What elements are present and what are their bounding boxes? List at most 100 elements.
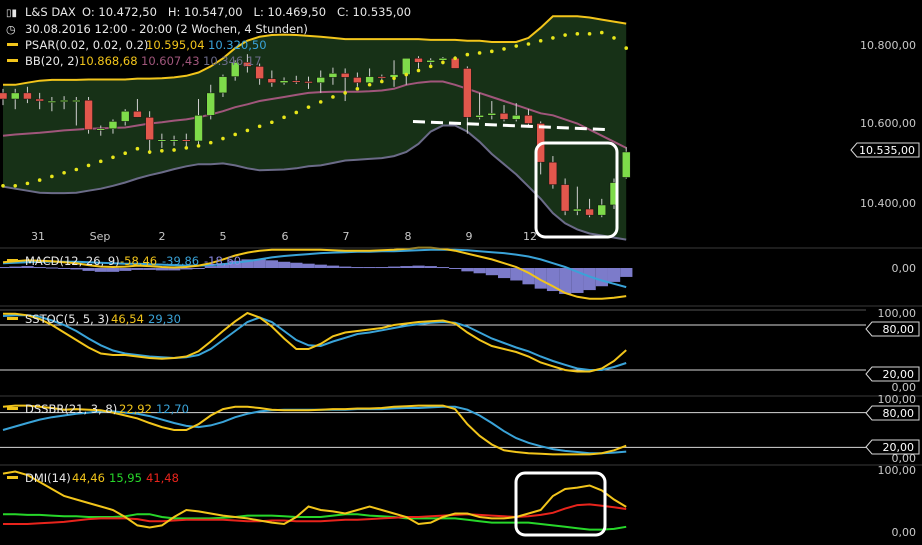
bb-swatch <box>7 59 18 62</box>
psar-dot <box>416 68 421 73</box>
macd-histogram-bar <box>608 268 621 282</box>
dssbr-value-2: 12,70 <box>156 402 189 416</box>
sstoc-level-tags: 80,00 20,00 <box>865 321 920 382</box>
psar-dot <box>538 38 543 43</box>
psar-dot <box>208 140 213 145</box>
time-tick: 8 <box>405 230 412 243</box>
clock-icon: ◷ <box>6 23 16 36</box>
macd-histogram-bar <box>180 268 193 270</box>
macd-histogram-bar <box>278 261 291 268</box>
candle-down <box>585 208 594 216</box>
candle-up <box>157 139 167 142</box>
bb-label: BB(20, 2) <box>25 54 79 68</box>
psar-dot <box>624 46 629 50</box>
period-label: 30.08.2016 12:00 - 20:00 (2 Wochen, 4 St… <box>25 22 308 36</box>
psar-dot <box>514 44 519 48</box>
candle-up <box>426 60 435 63</box>
candle-down <box>304 81 313 84</box>
psar-dot <box>160 148 164 153</box>
psar-dot <box>135 146 140 151</box>
time-tick: 9 <box>466 230 473 243</box>
macd-value-1: -58,46 <box>120 254 157 268</box>
psar-dot <box>392 76 396 81</box>
psar-dot <box>184 146 189 150</box>
dmi-axis-bottom: 0,00 <box>892 526 917 539</box>
macd-histogram-bar <box>400 266 413 268</box>
candle-up <box>475 115 484 118</box>
candle-up <box>169 139 179 142</box>
candle-up <box>96 128 106 131</box>
candle-down <box>353 77 362 83</box>
candle-up <box>316 77 325 83</box>
candle-up <box>573 208 582 212</box>
candle-up <box>511 115 521 120</box>
candle-down <box>377 76 387 79</box>
candle-up <box>47 100 57 103</box>
psar-dot <box>318 100 323 104</box>
sstoc-swatch <box>7 317 18 320</box>
psar-dot <box>355 87 360 91</box>
macd-value-3: -18,60 <box>204 254 241 268</box>
candle-up <box>218 76 228 94</box>
time-tick: 6 <box>282 230 289 243</box>
candle-down <box>84 99 93 130</box>
time-tick: 12 <box>523 230 537 243</box>
candle-down <box>292 80 301 83</box>
candle-up <box>487 113 497 116</box>
time-tick: Sep <box>90 230 111 243</box>
psar-dot <box>380 79 384 84</box>
sstoc-level-80: 80,00 <box>883 323 915 336</box>
psar-dot <box>282 115 286 120</box>
dssbr-level-20: 20,00 <box>883 441 915 454</box>
candle-down <box>35 98 44 102</box>
psar-dot <box>587 32 592 36</box>
psar-dot <box>1 184 5 188</box>
macd-axis-zero: 0,00 <box>892 262 917 275</box>
psar-dot <box>50 174 54 179</box>
macd-histogram-bar <box>388 266 401 268</box>
psar-dot <box>221 136 225 141</box>
macd-label: MACD(12, 26, 9) <box>25 254 120 268</box>
psar-dot <box>196 144 201 148</box>
candle-up <box>621 151 631 178</box>
sstoc-legend: SSTOC(5, 5, 3) 46,54 29,30 100,00 0,00 <box>7 307 916 394</box>
candle-down <box>414 58 423 63</box>
macd-value-2: -39,86 <box>162 254 199 268</box>
psar-dot <box>37 178 42 182</box>
symbol-label: L&S DAX <box>25 5 76 19</box>
psar-dot <box>233 132 237 137</box>
candle-up <box>438 58 448 61</box>
macd-histogram-bar <box>94 268 107 272</box>
dssbr-legend: DSSBR(21, 3, 8) 22,92 12,70 100,00 0,00 <box>7 393 916 465</box>
psar-dot <box>98 159 103 164</box>
psar-dot <box>74 167 79 172</box>
dssbr-axis-top: 100,00 <box>878 393 917 406</box>
macd-histogram-bar <box>119 268 132 271</box>
macd-histogram-bar <box>583 268 596 291</box>
macd-histogram-bar <box>9 266 22 268</box>
candle-up <box>194 115 203 142</box>
candle-up <box>365 76 374 83</box>
macd-histogram-bar <box>620 268 633 277</box>
macd-histogram-bar <box>143 268 156 270</box>
candle-down <box>23 92 32 100</box>
candle-down <box>182 139 191 142</box>
macd-histogram-bar <box>82 268 95 271</box>
macd-histogram-bar <box>424 266 437 268</box>
macd-histogram-bar <box>131 268 144 270</box>
candle-up <box>10 92 20 100</box>
macd-histogram-bar <box>302 263 315 268</box>
psar-dot <box>62 170 66 175</box>
bb-value-1: 10.868,68 <box>79 54 138 68</box>
candle-down <box>145 117 154 141</box>
psar-dot <box>25 181 30 186</box>
candle-up <box>279 80 289 83</box>
psar-dot <box>86 163 91 168</box>
candle-up <box>120 110 130 122</box>
psar-dot <box>367 82 372 87</box>
candle-down <box>463 68 472 118</box>
candle-down <box>267 78 277 83</box>
time-axis: 31 Sep 2 5 6 7 8 9 12 <box>31 230 537 243</box>
psar-dot <box>306 105 311 109</box>
candle-down <box>340 73 350 78</box>
